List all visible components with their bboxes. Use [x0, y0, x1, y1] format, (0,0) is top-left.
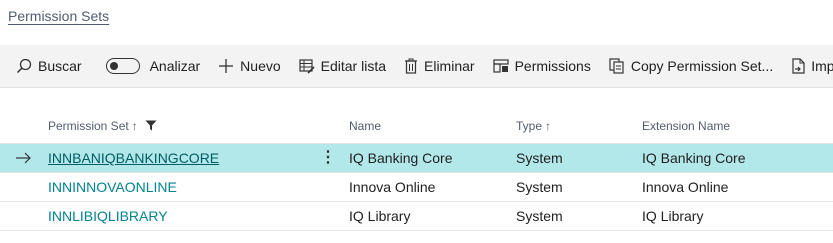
row-selected-arrow-icon: [16, 152, 31, 164]
search-icon: [16, 58, 32, 74]
extension-name-cell: Innova Online: [642, 179, 729, 195]
permissions-icon: [492, 59, 509, 73]
import-button[interactable]: Import P: [791, 58, 833, 74]
delete-label: Eliminar: [424, 58, 475, 74]
table-row[interactable]: INNBANIQBANKINGCORE ⋮ IQ Banking Core Sy…: [0, 144, 833, 173]
trash-icon: [405, 58, 417, 74]
type-cell: System: [516, 179, 563, 195]
column-header-name[interactable]: Name: [349, 119, 381, 133]
copy-permission-set-button[interactable]: Copy Permission Set...: [609, 58, 773, 74]
sort-asc-icon: ↑: [131, 119, 138, 133]
search-label: Buscar: [38, 58, 82, 74]
permission-set-link[interactable]: INNINNOVAONLINE: [48, 179, 177, 195]
sort-asc-icon: ↑: [545, 119, 552, 133]
edit-list-label: Editar lista: [320, 58, 386, 74]
plus-icon: [219, 59, 234, 73]
row-actions-menu-icon[interactable]: ⋮: [320, 148, 336, 168]
table-row[interactable]: INNINNOVAONLINE Innova Online System Inn…: [0, 173, 833, 202]
permissions-label: Permissions: [514, 58, 591, 74]
analyze-label: Analizar: [149, 58, 201, 74]
column-header-type-label: Type: [516, 119, 543, 133]
name-cell: Innova Online: [349, 179, 436, 195]
toggle-knob: [109, 61, 118, 70]
grid-header: Permission Set ↑ Name Type ↑ Extension Nam…: [0, 105, 833, 144]
column-header-permission-set[interactable]: Permission Set ↑: [48, 119, 157, 133]
edit-list-button[interactable]: Editar lista: [299, 58, 386, 74]
extension-name-cell: IQ Library: [642, 208, 704, 224]
name-cell: IQ Banking Core: [349, 150, 453, 166]
permission-set-link[interactable]: INNBANIQBANKINGCORE: [48, 150, 219, 166]
type-cell: System: [516, 150, 563, 166]
new-button[interactable]: Nuevo: [218, 58, 281, 74]
extension-name-cell: IQ Banking Core: [642, 150, 746, 166]
delete-button[interactable]: Eliminar: [404, 58, 475, 74]
permission-set-link[interactable]: INNLIBIQLIBRARY: [48, 208, 168, 224]
column-header-permission-set-label: Permission Set: [48, 119, 129, 133]
copy-label: Copy Permission Set...: [630, 58, 774, 74]
analyze-toggle[interactable]: Analizar: [105, 58, 201, 74]
filter-icon: [145, 120, 157, 131]
new-label: Nuevo: [240, 58, 281, 74]
action-bar: Buscar Analizar Nuevo Editar lista Elimi…: [0, 45, 833, 88]
search-button[interactable]: Buscar: [16, 58, 82, 74]
column-header-type[interactable]: Type ↑: [516, 119, 551, 133]
copy-icon: [609, 58, 624, 74]
toggle-switch[interactable]: [105, 58, 140, 74]
import-icon: [792, 58, 805, 74]
permissions-button[interactable]: Permissions: [492, 58, 591, 74]
edit-list-icon: [299, 59, 315, 74]
type-cell: System: [516, 208, 563, 224]
breadcrumb[interactable]: Permission Sets: [8, 8, 109, 24]
column-header-extension-name[interactable]: Extension Name: [642, 119, 730, 133]
permission-sets-grid: Permission Set ↑ Name Type ↑ Extension Nam…: [0, 105, 833, 231]
import-label: Import P: [811, 58, 833, 74]
table-row[interactable]: INNLIBIQLIBRARY IQ Library System IQ Lib…: [0, 202, 833, 231]
name-cell: IQ Library: [349, 208, 411, 224]
